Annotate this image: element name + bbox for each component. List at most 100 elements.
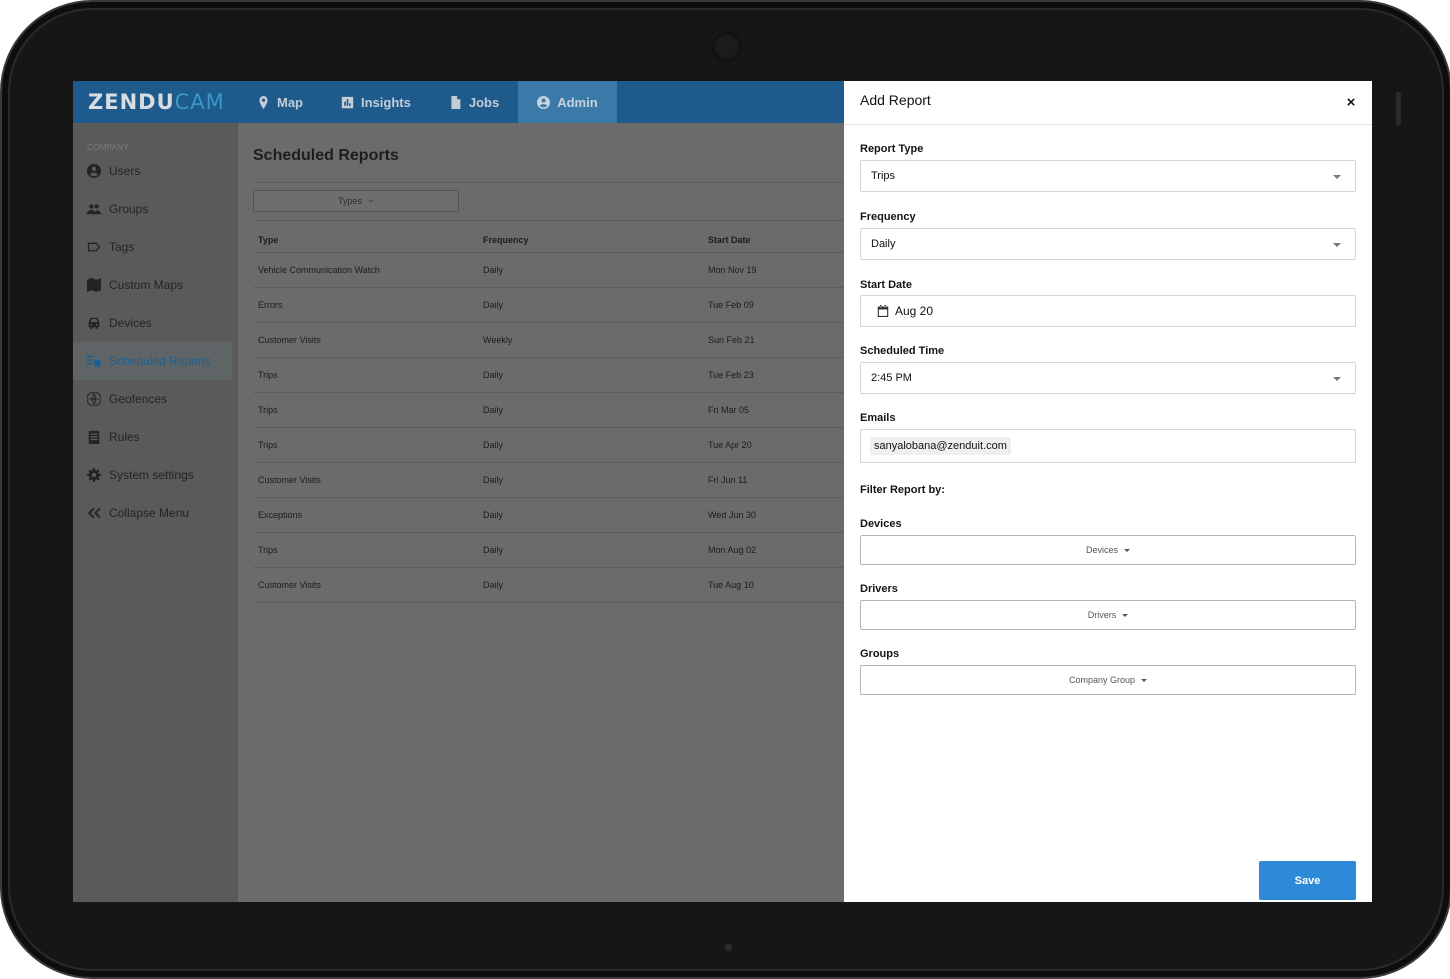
caret-down-icon <box>1124 548 1130 552</box>
sidebar-item-label: Users <box>109 164 141 178</box>
cell-frequency: Daily <box>478 532 703 568</box>
column-header-start-date[interactable]: Start Date <box>703 228 853 253</box>
nav-tab-insights[interactable]: Insights <box>322 81 430 123</box>
cell-type: Customer Visits <box>253 567 478 603</box>
caret-down-icon <box>368 199 374 203</box>
cell-frequency: Daily <box>478 392 703 428</box>
devices-dropdown[interactable]: Devices <box>860 535 1356 565</box>
sidebar-item-scheduled-reports[interactable]: Scheduled Reports <box>73 342 232 380</box>
table-row[interactable]: Trips Daily Mon Aug 02 <box>253 532 853 568</box>
sidebar-item-devices[interactable]: Devices <box>73 304 238 342</box>
nav-tab-jobs[interactable]: Jobs <box>430 81 518 123</box>
table-row[interactable]: Customer Visits Daily Tue Aug 10 <box>253 567 853 603</box>
app-logo[interactable]: ZENDUCAM <box>73 90 238 114</box>
frequency-select[interactable]: Daily <box>860 228 1356 260</box>
divider <box>253 182 853 183</box>
cell-type: Trips <box>253 357 478 393</box>
top-nav: ZENDUCAM Map Insights Jobs Admin <box>73 81 844 123</box>
screen: ZENDUCAM Map Insights Jobs Admin COMPANY <box>73 81 1372 902</box>
double-chevron-left-icon <box>87 507 101 519</box>
sidebar-item-label: Rules <box>109 430 140 444</box>
tag-icon <box>87 242 101 252</box>
sidebar-item-tags[interactable]: Tags <box>73 228 238 266</box>
sidebar-item-system-settings[interactable]: System settings <box>73 456 238 494</box>
cell-start-date: Fri Mar 05 <box>703 392 853 428</box>
nav-tab-admin[interactable]: Admin <box>518 81 617 123</box>
sidebar-item-label: Geofences <box>109 392 168 406</box>
page-title: Scheduled Reports <box>253 147 399 164</box>
drivers-dropdown[interactable]: Drivers <box>860 600 1356 630</box>
car-icon <box>88 317 100 330</box>
sidebar-item-users[interactable]: Users <box>73 152 238 190</box>
cell-start-date: Mon Aug 02 <box>703 532 853 568</box>
emails-input[interactable]: sanyalobana@zenduit.com <box>860 429 1356 463</box>
sidebar-item-custom-maps[interactable]: Custom Maps <box>73 266 238 304</box>
cell-type: Errors <box>253 287 478 323</box>
table-row[interactable]: Vehicle Communication Watch Daily Mon Nov … <box>253 252 853 288</box>
table-row[interactable]: Customer Visits Daily Fri Jun 11 <box>253 462 853 498</box>
sidebar-item-label: Groups <box>109 202 149 216</box>
cell-type: Trips <box>253 532 478 568</box>
groups-label: Groups <box>860 648 900 660</box>
main-content: Scheduled Reports Types Type Frequency S… <box>238 123 853 902</box>
types-filter-button[interactable]: Types <box>253 190 459 212</box>
table-row[interactable]: Errors Daily Tue Feb 09 <box>253 287 853 323</box>
save-button[interactable]: Save <box>1259 861 1356 900</box>
drivers-label: Drivers <box>860 583 898 595</box>
start-date-input[interactable]: Aug 20 <box>860 295 1356 327</box>
user-circle-icon <box>537 95 551 109</box>
chart-icon <box>341 96 354 108</box>
devices-label: Devices <box>860 518 902 530</box>
nav-tab-map[interactable]: Map <box>238 81 322 123</box>
scheduled-time-label: Scheduled Time <box>860 345 945 357</box>
sidebar-item-label: System settings <box>109 468 194 482</box>
sidebar-item-collapse-menu[interactable]: Collapse Menu <box>73 494 238 532</box>
sidebar-section-label: COMPANY <box>87 143 129 152</box>
cell-frequency: Daily <box>478 462 703 498</box>
cell-type: Customer Visits <box>253 462 478 498</box>
tablet-frame: ZENDUCAM Map Insights Jobs Admin COMPANY <box>0 0 1450 979</box>
sidebar-item-geofences[interactable]: Geofences <box>73 380 238 418</box>
table-row[interactable]: Trips Daily Tue Feb 23 <box>253 357 853 393</box>
user-icon <box>87 164 101 178</box>
cell-frequency: Daily <box>478 252 703 288</box>
cell-type: Exceptions <box>253 497 478 533</box>
cell-frequency: Daily <box>478 357 703 393</box>
panel-header: Add Report × <box>844 81 1372 125</box>
scheduled-time-select[interactable]: 2:45 PM <box>860 362 1356 394</box>
scheduled-report-icon <box>87 355 101 368</box>
cell-start-date: Tue Feb 09 <box>703 287 853 323</box>
home-indicator <box>725 944 732 951</box>
table-row[interactable]: Trips Daily Fri Mar 05 <box>253 392 853 428</box>
column-header-frequency[interactable]: Frequency <box>478 228 703 253</box>
sidebar-item-label: Custom Maps <box>109 278 184 292</box>
groups-icon <box>87 204 101 215</box>
start-date-label: Start Date <box>860 279 912 291</box>
close-button[interactable]: × <box>1343 95 1359 111</box>
groups-dropdown[interactable]: Company Group <box>860 665 1356 695</box>
cell-frequency: Daily <box>478 427 703 463</box>
globe-icon <box>87 392 101 406</box>
cell-type: Trips <box>253 392 478 428</box>
calendar-icon <box>877 305 889 317</box>
sidebar-item-groups[interactable]: Groups <box>73 190 238 228</box>
column-header-type[interactable]: Type <box>253 228 478 253</box>
report-type-select[interactable]: Trips <box>860 160 1356 192</box>
table-row[interactable]: Customer Visits Weekly Sun Feb 21 <box>253 322 853 358</box>
sidebar-item-rules[interactable]: Rules <box>73 418 238 456</box>
table-header-row: Type Frequency Start Date <box>253 228 853 253</box>
table-row[interactable]: Trips Daily Tue Apr 20 <box>253 427 853 463</box>
filter-heading: Filter Report by: <box>860 484 945 496</box>
sidebar-item-label: Collapse Menu <box>109 506 190 520</box>
map-pin-icon <box>259 95 268 109</box>
map-icon <box>87 278 101 292</box>
table-row[interactable]: Exceptions Daily Wed Jun 30 <box>253 497 853 533</box>
emails-label: Emails <box>860 412 896 424</box>
cell-start-date: Mon Nov 19 <box>703 252 853 288</box>
document-icon <box>451 95 461 109</box>
email-chip[interactable]: sanyalobana@zenduit.com <box>870 437 1011 455</box>
chevron-down-icon <box>1333 243 1341 247</box>
caret-down-icon <box>1141 678 1148 682</box>
cell-start-date: Fri Jun 11 <box>703 462 853 498</box>
cell-frequency: Weekly <box>478 322 703 358</box>
